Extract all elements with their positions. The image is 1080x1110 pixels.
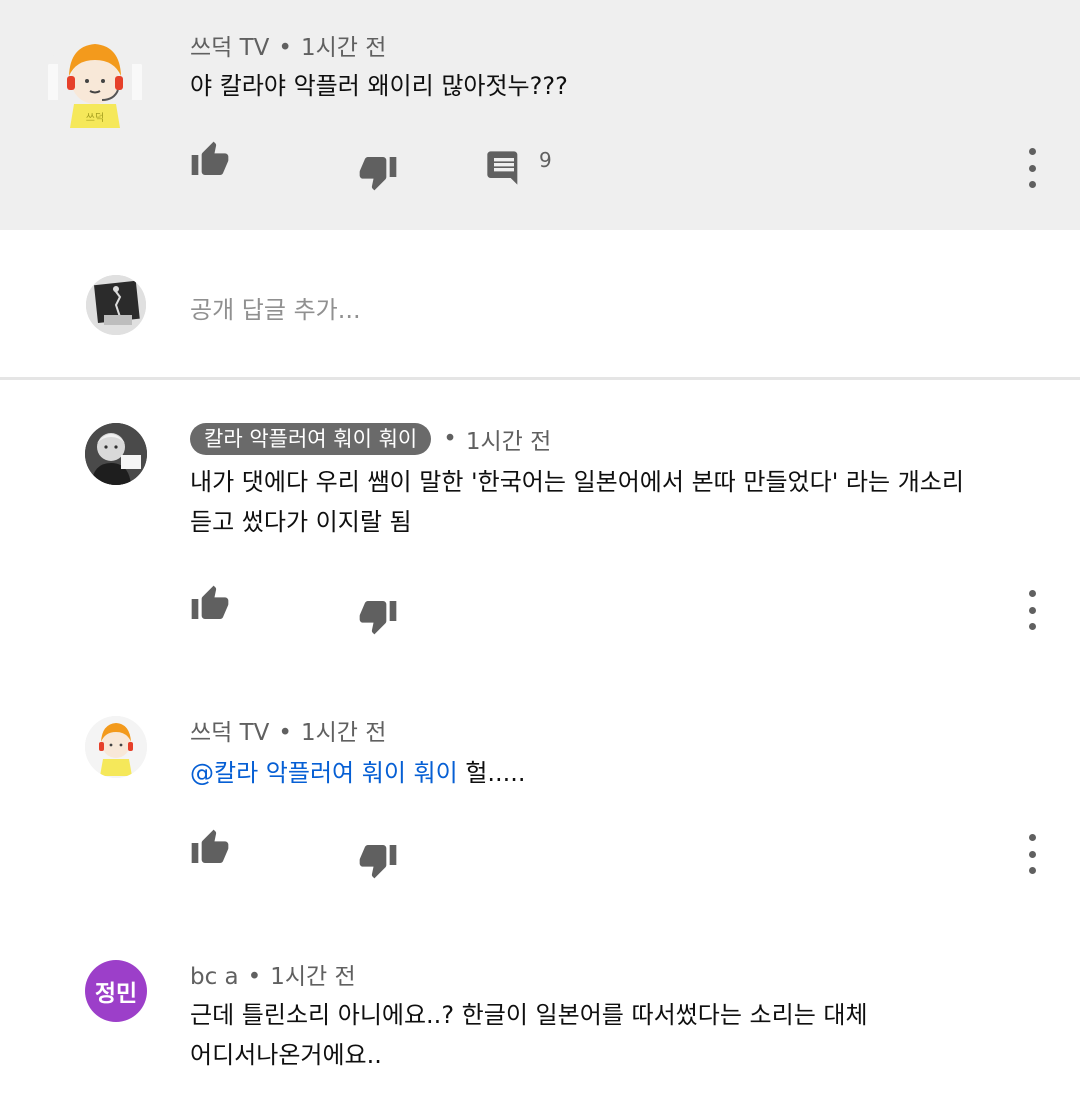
comment-time[interactable]: 1시간 전 [301, 720, 386, 746]
comment-text-body: 헐..... [457, 759, 526, 787]
divider [0, 377, 1080, 380]
svg-text:쓰덕: 쓰덕 [86, 112, 104, 124]
avatar-image [85, 423, 147, 485]
comment-text: @칼라 악플러여 훠이 훠이 헐..... [190, 754, 526, 792]
meta-separator: • [278, 35, 292, 61]
meta-separator: • [247, 964, 262, 990]
author-name[interactable]: bc a [190, 964, 239, 990]
comment-text-line: 내가 댓에다 우리 쌤이 말한 '한국어는 일본어에서 본따 만들었다' 라는 … [190, 468, 964, 496]
like-button[interactable] [188, 584, 232, 624]
avatar-image [85, 716, 147, 778]
avatar-image: 쓰덕 [48, 44, 142, 128]
comment-text: 내가 댓에다 우리 쌤이 말한 '한국어는 일본어에서 본따 만들었다' 라는 … [190, 463, 1050, 541]
comment-text: 근데 틀린소리 아니에요..? 한글이 일본어를 따서썼다는 소리는 대체 어디… [190, 996, 1050, 1074]
meta-separator: • [278, 720, 292, 746]
avatar-ssdeok-tv[interactable] [85, 716, 147, 778]
avatar-ssdeok-tv[interactable]: 쓰덕 [44, 34, 146, 136]
more-options-button[interactable] [1022, 590, 1042, 630]
avatar-image [86, 275, 146, 335]
comment-time[interactable]: 1시간 전 [301, 35, 386, 61]
like-button[interactable] [188, 140, 232, 180]
comment-meta: bc a • 1시간 전 [190, 957, 356, 991]
comment-text-line: 어디서나온거에요.. [190, 1041, 382, 1069]
comment-text-line: 근데 틀린소리 아니에요..? 한글이 일본어를 따서썼다는 소리는 대체 [190, 1001, 868, 1029]
comment-meta: 쓰덕 TV • 1시간 전 [190, 713, 386, 747]
comment-time[interactable]: 1시간 전 [270, 964, 355, 990]
user-avatar [86, 275, 146, 335]
mention-link[interactable]: @칼라 악플러여 훠이 훠이 [190, 759, 458, 787]
like-button[interactable] [188, 828, 232, 868]
thumb-down-icon [359, 601, 397, 635]
dislike-button[interactable] [356, 596, 400, 636]
thumb-up-icon [191, 829, 229, 863]
highlighted-comment [0, 0, 1080, 230]
avatar-bca[interactable]: 정민 [85, 960, 147, 1022]
more-options-button[interactable] [1022, 148, 1042, 188]
dislike-button[interactable] [356, 152, 400, 192]
comment-text: 야 칼라야 악플러 왜이리 많아젓누??? [190, 72, 568, 100]
thumb-up-icon [191, 585, 229, 619]
comment-time[interactable]: 1시간 전 [466, 422, 551, 456]
author-name[interactable]: 쓰덕 TV [190, 35, 269, 61]
thumb-up-icon [191, 141, 229, 175]
author-name[interactable]: 쓰덕 TV [190, 720, 269, 746]
replies-button[interactable] [484, 148, 524, 188]
more-options-button[interactable] [1022, 834, 1042, 874]
dislike-button[interactable] [356, 840, 400, 880]
reply-count: 9 [539, 148, 552, 172]
thumb-down-icon [359, 157, 397, 191]
comment-text-line: 듣고 썼다가 이지랄 됨 [190, 508, 412, 536]
reply-input[interactable]: 공개 답글 추가... [190, 290, 361, 325]
meta-separator: • [443, 426, 457, 452]
comment-meta: 쓰덕 TV • 1시간 전 [190, 28, 386, 62]
comment-meta: 칼라 악플러여 훠이 훠이 • 1시간 전 [190, 422, 551, 456]
thumb-down-icon [359, 845, 397, 879]
avatar-kalla[interactable] [85, 423, 147, 485]
comment-icon [487, 151, 518, 185]
author-chip[interactable]: 칼라 악플러여 훠이 훠이 [190, 423, 432, 455]
